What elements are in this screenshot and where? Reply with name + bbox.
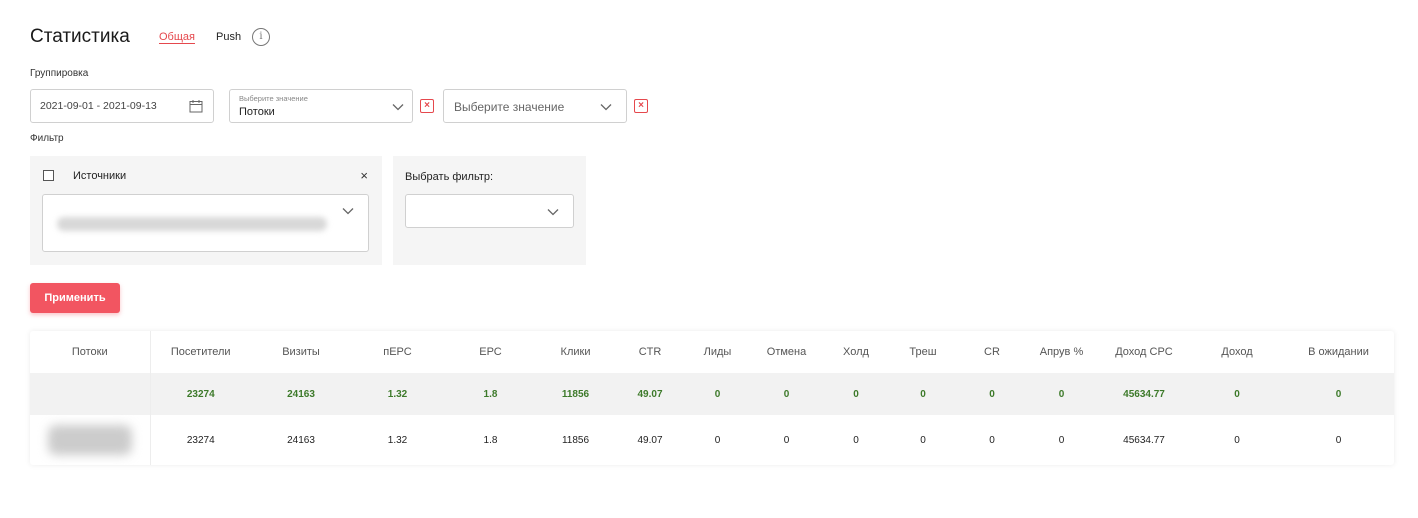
table-cell: 0: [1026, 373, 1097, 415]
stats-table: Потоки Посетители Визиты пЕРС ЕРС Клики …: [30, 331, 1394, 465]
sources-select[interactable]: [42, 194, 369, 252]
grouping-select-1-placeholder: Выберите значение: [239, 94, 308, 103]
grouping-select-2-placeholder: Выберите значение: [454, 100, 565, 114]
table-cell: 0: [1283, 373, 1394, 415]
column-header[interactable]: Апрув %: [1026, 331, 1097, 373]
table-cell: 0: [749, 373, 824, 415]
table-header-row: Потоки Посетители Визиты пЕРС ЕРС Клики …: [30, 331, 1394, 373]
chevron-down-icon: [392, 104, 404, 111]
table-cell: 11856: [537, 373, 614, 415]
date-range-input[interactable]: 2021-09-01 - 2021-09-13: [30, 89, 214, 123]
grouping-label: Группировка: [30, 68, 89, 79]
info-icon[interactable]: i: [252, 28, 270, 46]
table-cell: 45634.77: [1123, 434, 1165, 446]
column-header[interactable]: Клики: [537, 331, 614, 373]
table-cell: 0: [714, 434, 721, 446]
column-header[interactable]: Доход: [1191, 331, 1283, 373]
sources-checkbox[interactable]: [43, 170, 54, 181]
table-cell: 1.8: [483, 434, 498, 446]
sources-filter-panel: Источники ×: [30, 156, 382, 265]
filter-label: Фильтр: [30, 133, 64, 144]
sources-selected-value-blurred: [57, 217, 327, 231]
column-header[interactable]: Потоки: [30, 331, 151, 373]
grouping-select-1[interactable]: Выберите значение Потоки: [229, 89, 413, 123]
table-cell: 45634.77: [1097, 373, 1191, 415]
table-total-row: 23274 24163 1.32 1.8 11856 49.07 0 0 0 0…: [30, 373, 1394, 415]
grouping-select-2[interactable]: Выберите значение: [443, 89, 627, 123]
table-cell: 0: [920, 434, 926, 446]
table-cell: 1.32: [351, 373, 444, 415]
chevron-down-icon: [342, 208, 354, 215]
grouping-select-1-value: Потоки: [239, 106, 275, 118]
column-header[interactable]: Холд: [824, 331, 888, 373]
stream-name-blurred: [47, 425, 132, 455]
table-cell-stream: [30, 415, 151, 465]
table-cell: 0: [1335, 434, 1342, 446]
table-cell: 0: [824, 373, 888, 415]
table-cell: 0: [1234, 434, 1240, 446]
table-cell: 49.07: [637, 434, 663, 446]
tab-general[interactable]: Общая: [159, 31, 195, 43]
column-header[interactable]: CR: [958, 331, 1026, 373]
table-cell: 0: [958, 373, 1026, 415]
table-cell: 23274: [186, 434, 215, 446]
sources-label: Источники: [73, 170, 127, 182]
table-row: 23274 24163 1.32 1.8 11856 49.07 0 0 0 0…: [30, 415, 1394, 465]
date-range-value: 2021-09-01 - 2021-09-13: [40, 100, 157, 112]
table-cell: 0: [686, 373, 749, 415]
column-header[interactable]: Отмена: [749, 331, 824, 373]
table-cell: 0: [989, 434, 995, 446]
table-cell: 0: [1191, 373, 1283, 415]
table-cell: 0: [1058, 434, 1065, 446]
table-cell: 24163: [251, 373, 351, 415]
table-cell: [30, 373, 151, 415]
choose-filter-label: Выбрать фильтр:: [405, 171, 494, 183]
clear-select-2-button[interactable]: ×: [634, 99, 648, 113]
column-header[interactable]: Лиды: [686, 331, 749, 373]
column-header[interactable]: CTR: [614, 331, 686, 373]
table-cell: 0: [853, 434, 859, 446]
column-header[interactable]: В ожидании: [1283, 331, 1394, 373]
table-cell: 0: [783, 434, 790, 446]
column-header[interactable]: Посетители: [150, 331, 251, 373]
table-cell: 11856: [561, 434, 590, 446]
choose-filter-panel: Выбрать фильтр:: [393, 156, 586, 265]
column-header[interactable]: Визиты: [251, 331, 351, 373]
table-cell: 23274: [150, 373, 251, 415]
table-cell: 0: [888, 373, 958, 415]
column-header[interactable]: Доход CPC: [1097, 331, 1191, 373]
chevron-down-icon: [600, 104, 612, 111]
column-header[interactable]: Треш: [888, 331, 958, 373]
table-cell: 24163: [287, 434, 315, 446]
table-cell: 49.07: [614, 373, 686, 415]
table-cell: 1.8: [444, 373, 537, 415]
column-header[interactable]: ЕРС: [444, 331, 537, 373]
chevron-down-icon: [547, 209, 559, 216]
table-cell: 1.32: [387, 434, 408, 446]
choose-filter-select[interactable]: [405, 194, 574, 228]
page-title: Статистика: [30, 26, 130, 47]
tab-push[interactable]: Push: [216, 31, 241, 43]
calendar-icon: [189, 100, 203, 113]
close-icon[interactable]: ×: [360, 168, 368, 183]
apply-button[interactable]: Применить: [30, 283, 120, 313]
column-header[interactable]: пЕРС: [351, 331, 444, 373]
clear-select-1-button[interactable]: ×: [420, 99, 434, 113]
